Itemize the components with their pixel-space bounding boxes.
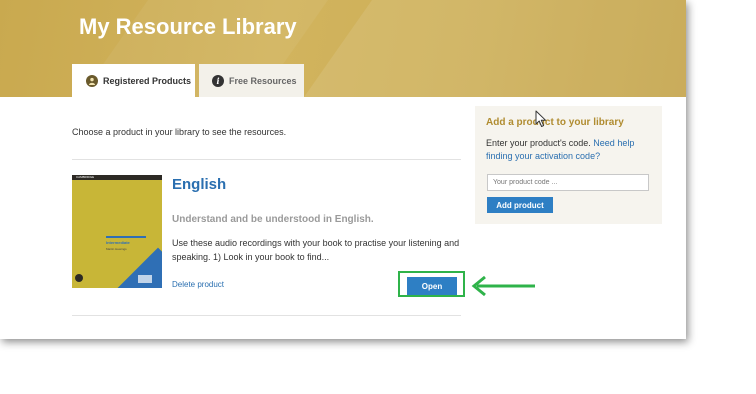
product-subtitle: Understand and be understood in English.	[172, 214, 374, 225]
page-title: My Resource Library	[79, 14, 297, 39]
cover-level: Intermediate	[106, 240, 130, 245]
panel-instructions: Enter your product's code.	[486, 138, 591, 148]
add-product-button[interactable]: Add product	[487, 197, 553, 213]
product-description: Use these audio recordings with your boo…	[172, 238, 460, 262]
cover-disc-icon	[75, 274, 83, 282]
tab-label: Free Resources	[229, 75, 297, 86]
app-window: My Resource Library Registered Products …	[0, 0, 686, 339]
cover-tag	[138, 275, 152, 283]
divider	[72, 159, 461, 160]
user-icon	[86, 74, 98, 87]
add-product-panel: Add a product to your library Enter your…	[475, 106, 662, 224]
cover-author: Martin Hewings	[106, 247, 127, 251]
delete-product-link[interactable]: Delete product	[172, 280, 224, 289]
header-banner: My Resource Library Registered Products …	[0, 0, 686, 97]
pointer-arrow-icon	[471, 275, 535, 297]
info-icon: i	[212, 74, 224, 87]
cover-brand: CAMBRIDGE	[76, 175, 95, 179]
tab-free-resources[interactable]: i Free Resources	[199, 64, 304, 97]
banner-decoration	[259, 0, 686, 97]
product-cover-image[interactable]: CAMBRIDGE Intermediate Martin Hewings	[72, 175, 162, 288]
mouse-cursor-icon	[535, 110, 546, 127]
panel-text: Enter your product's code. Need help fin…	[486, 137, 656, 163]
tab-label: Registered Products	[103, 75, 192, 86]
product-code-input[interactable]	[487, 174, 649, 191]
tab-registered-products[interactable]: Registered Products	[72, 64, 195, 97]
panel-title: Add a product to your library	[486, 117, 624, 128]
product-title[interactable]: English	[172, 176, 226, 193]
divider	[72, 315, 461, 316]
intro-text: Choose a product in your library to see …	[72, 127, 287, 137]
cover-rule	[106, 236, 146, 238]
open-button[interactable]: Open	[407, 277, 457, 295]
